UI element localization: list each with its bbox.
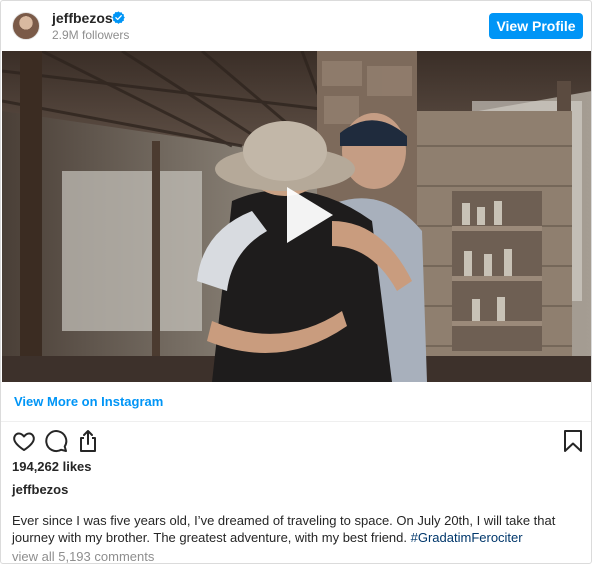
caption-username[interactable]: jeffbezos (12, 482, 68, 497)
follower-count: 2.9M followers (52, 28, 130, 42)
like-count[interactable]: 194,262 likes (12, 459, 92, 474)
avatar[interactable] (12, 12, 40, 40)
divider (1, 421, 591, 422)
play-icon[interactable] (273, 183, 337, 247)
bookmark-icon[interactable] (561, 429, 585, 453)
hashtag-link[interactable]: #GradatimFerociter (411, 530, 523, 545)
verified-badge-icon (112, 11, 125, 24)
heart-icon[interactable] (12, 429, 36, 453)
share-icon[interactable] (76, 429, 100, 453)
comment-icon[interactable] (44, 429, 68, 453)
instagram-embed-card: jeffbezos 2.9M followers View Profile Vi… (0, 0, 592, 564)
post-header: jeffbezos 2.9M followers View Profile (1, 1, 591, 51)
view-profile-button[interactable]: View Profile (489, 13, 583, 39)
video-player[interactable] (2, 51, 591, 382)
caption: Ever since I was five years old, I’ve dr… (12, 512, 582, 546)
view-comments-link[interactable]: view all 5,193 comments (12, 549, 154, 563)
username-link[interactable]: jeffbezos (52, 10, 113, 26)
view-more-link[interactable]: View More on Instagram (14, 394, 163, 409)
